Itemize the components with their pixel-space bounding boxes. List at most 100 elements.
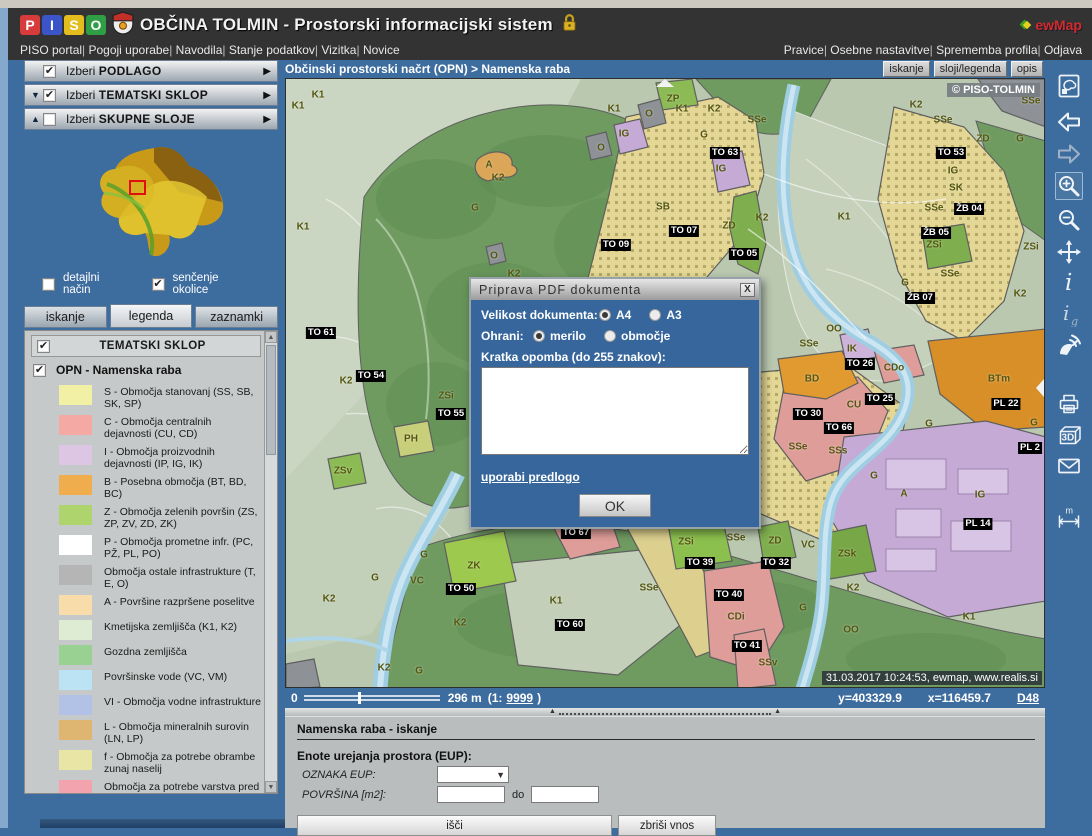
mail-button[interactable] — [1055, 452, 1083, 480]
map-zone-label: K1 — [312, 90, 325, 101]
povrsina-to-input[interactable] — [531, 786, 599, 803]
panel-splitter[interactable]: ▲ ▲ — [285, 708, 1045, 716]
tematski-sklop-checkbox[interactable] — [37, 340, 50, 353]
scale-slider[interactable] — [302, 692, 442, 704]
nav-link[interactable]: Pogoji uporabe — [82, 43, 169, 57]
option-checkbox[interactable] — [42, 278, 55, 291]
coordinates: y=403329.9 x=116459.7 D48 — [838, 691, 1039, 705]
radio-icon[interactable] — [649, 309, 661, 321]
scroll-up-icon[interactable]: ▲ — [265, 331, 277, 343]
map-panel-button[interactable]: sloji/legenda — [934, 61, 1007, 77]
map-zone-label: G — [371, 573, 379, 584]
radio-option[interactable]: A3 — [649, 308, 681, 322]
radio-icon[interactable] — [599, 309, 611, 321]
dialog-titlebar[interactable]: Priprava PDF dokumenta X — [471, 279, 759, 300]
povrsina-label: POVRŠINA [m2]: — [297, 789, 437, 801]
map-zone-label: SSe — [789, 442, 808, 453]
sidebar-tab[interactable]: legenda — [110, 304, 193, 328]
map-zone-label: IG — [619, 129, 630, 140]
pan-button[interactable] — [1055, 238, 1083, 266]
use-template-link[interactable]: uporabi predlogo — [481, 470, 580, 484]
collapse-panel-right-handle[interactable] — [1036, 379, 1044, 397]
ok-button[interactable]: OK — [579, 494, 651, 517]
sidebar-accordion-header[interactable]: Izberi PODLAGO ▶ — [24, 60, 278, 82]
map-zone-label: ZSk — [838, 549, 856, 560]
map-zone-label: TO 07 — [669, 225, 699, 237]
collapse-arrow-icon[interactable]: ▼ — [31, 90, 43, 100]
nav-link[interactable]: Sprememba profila — [930, 43, 1038, 57]
map-panel-button[interactable]: opis — [1011, 61, 1043, 77]
scale-ratio-link[interactable]: 9999 — [506, 691, 533, 705]
measure-button[interactable]: m — [1055, 505, 1083, 533]
sidebar-accordion-header[interactable]: ▼ Izberi TEMATSKI SKLOP ▶ — [24, 84, 278, 106]
map-zone-label: K2 — [910, 100, 923, 111]
legend-item: Kmetijska zemljišča (K1, K2) — [59, 620, 261, 640]
radio-icon[interactable] — [604, 330, 616, 342]
nav-link[interactable]: PISO portal — [20, 43, 82, 57]
radio-option[interactable]: A4 — [599, 308, 631, 322]
radio-option[interactable]: merilo — [533, 329, 586, 343]
map-zone-label: VC — [801, 540, 815, 551]
map-panel-button[interactable]: iskanje — [883, 61, 929, 77]
map-zone-label: K2 — [1014, 289, 1027, 300]
nav-link[interactable]: Pravice — [784, 43, 824, 57]
sidebar-tabs: iskanje legenda zaznamki — [24, 306, 278, 328]
map-viewport[interactable]: K1K1K1OIGOAK2GK1OK2SBZPK1K2SSeGIGZDK2K1K… — [285, 78, 1045, 688]
nav-link[interactable]: Navodila — [169, 43, 222, 57]
radio-option[interactable]: območje — [604, 329, 670, 343]
collapse-arrow-icon[interactable]: ▲ — [31, 114, 43, 124]
layer-group-checkbox[interactable] — [43, 65, 56, 78]
map-zone-label: K2 — [756, 213, 769, 224]
map-option[interactable]: senčenje okolice — [152, 272, 252, 296]
overview-minimap[interactable] — [59, 142, 244, 264]
map-zone-label: CDi — [727, 612, 744, 623]
map-zone-label: PL 22 — [991, 398, 1020, 410]
nav-link[interactable]: Osebne nastavitve — [824, 43, 930, 57]
layer-group-checkbox[interactable] — [43, 89, 56, 102]
coord-x: x=116459.7 — [928, 691, 991, 705]
sidebar-tab[interactable]: iskanje — [24, 306, 107, 328]
oznaka-eup-select[interactable]: ▼ — [437, 766, 509, 783]
map-option[interactable]: detajlni način — [42, 272, 126, 296]
zoom-in-button[interactable] — [1055, 172, 1083, 200]
app-header: PISO OBČINA TOLMIN - Prostorski informac… — [8, 8, 1092, 60]
gps-button[interactable] — [1055, 332, 1083, 360]
nav-link[interactable]: Stanje podatkov — [222, 43, 315, 57]
datum-link[interactable]: D48 — [1017, 691, 1039, 705]
legend-scrollbar[interactable]: ▲ ▼ — [264, 331, 277, 793]
full-extent-button[interactable] — [1055, 72, 1083, 100]
search-button[interactable]: išči — [297, 815, 612, 836]
back-button[interactable] — [1055, 108, 1083, 136]
option-checkbox[interactable] — [152, 278, 165, 291]
scroll-down-icon[interactable]: ▼ — [265, 781, 277, 793]
minimap-extent-indicator[interactable] — [129, 180, 146, 195]
layer-group-checkbox[interactable] — [43, 113, 56, 126]
opn-layer-checkbox[interactable] — [33, 364, 46, 377]
note-textarea[interactable] — [481, 367, 749, 455]
sidebar-accordion-header[interactable]: ▲ Izberi SKUPNE SLOJE ▶ — [24, 108, 278, 130]
zoom-out-icon — [1056, 207, 1082, 233]
info-button[interactable]: i — [1055, 268, 1083, 296]
radio-icon[interactable] — [533, 330, 545, 342]
close-icon[interactable]: X — [740, 283, 755, 297]
chevron-down-icon: ▼ — [496, 770, 508, 780]
sidebar-tab[interactable]: zaznamki — [195, 306, 278, 328]
clear-button[interactable]: zbriši vnos — [618, 815, 716, 836]
scale-zero: 0 — [291, 691, 298, 705]
nav-link[interactable]: Vizitka — [315, 43, 357, 57]
scroll-thumb[interactable] — [266, 345, 276, 455]
map-zone-label: K1 — [838, 212, 851, 223]
info-group-button[interactable]: i g — [1055, 300, 1083, 328]
collapse-panel-up-handle[interactable] — [656, 79, 674, 87]
print-button[interactable] — [1055, 390, 1083, 418]
view-3d-button[interactable]: 3D — [1055, 422, 1083, 450]
zoom-out-button[interactable] — [1055, 206, 1083, 234]
forward-button[interactable] — [1055, 140, 1083, 168]
povrsina-from-input[interactable] — [437, 786, 505, 803]
legend-item: Z - Območja zelenih površin (ZS, ZP, ZV,… — [59, 505, 261, 530]
map-zone-label: SSe — [925, 203, 944, 214]
nav-link[interactable]: Novice — [356, 43, 399, 57]
nav-link[interactable]: Odjava — [1038, 43, 1082, 57]
scale-slider-handle[interactable] — [358, 692, 361, 704]
map-display-options: detajlni način senčenje okolice — [42, 272, 278, 296]
